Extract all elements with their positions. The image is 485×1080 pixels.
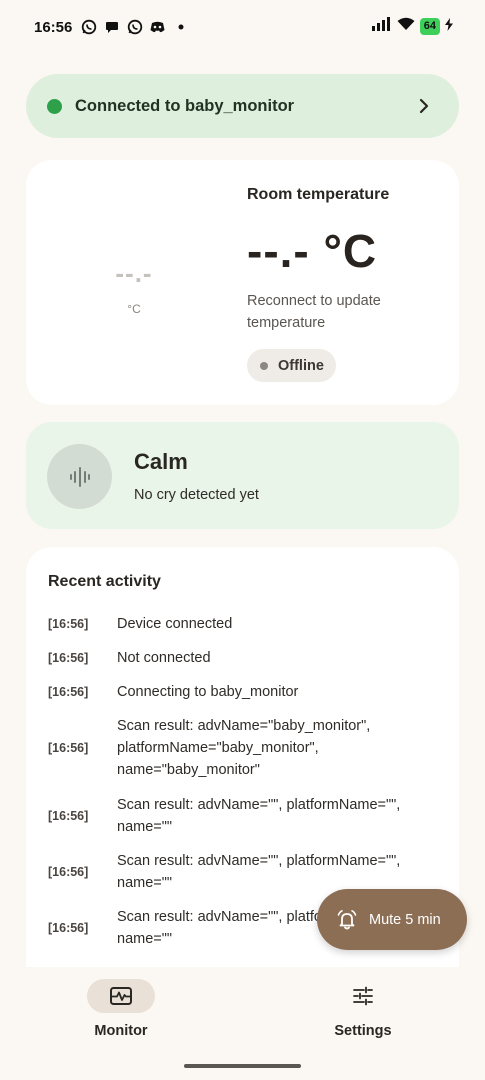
offline-dot: [260, 361, 268, 370]
waveform-icon: [110, 987, 132, 1005]
charging-icon: [445, 17, 453, 36]
connection-banner[interactable]: Connected to baby_monitor: [26, 74, 459, 138]
log-message: Scan result: advName="", platformName=""…: [117, 853, 401, 891]
list-item: [16:56] Connecting to baby_monitor: [48, 681, 443, 703]
list-item: [16:56] Scan result: advName="", platfor…: [48, 850, 443, 894]
log-time: [16:56]: [48, 617, 89, 631]
temperature-gauge-value: --.-: [115, 258, 153, 288]
log-time: [16:56]: [48, 651, 89, 665]
status-badge-label: Offline: [278, 357, 324, 374]
nav-item-settings[interactable]: Settings: [303, 979, 423, 1039]
whatsapp-icon: [126, 18, 143, 35]
alarm-bell-icon: [337, 909, 357, 929]
discord-icon: [149, 18, 166, 35]
cry-status-subtitle: No cry detected yet: [134, 487, 259, 503]
activity-title: Recent activity: [48, 573, 161, 590]
log-time: [16:56]: [48, 809, 89, 823]
log-message: Scan result: advName="baby_monitor", pla…: [117, 718, 371, 778]
nav-label-monitor: Monitor: [94, 1023, 148, 1039]
list-item: [16:56] Scan result: advName="baby_monit…: [48, 715, 443, 781]
battery-level: 64: [419, 18, 440, 35]
signal-icon: [371, 17, 392, 36]
wifi-icon: [397, 17, 415, 36]
list-item: [16:56] Not connected: [48, 647, 443, 669]
sound-wave-icon: [47, 444, 112, 509]
connection-text: Connected to baby_monitor: [75, 96, 295, 115]
list-item: [16:56] Device connected: [48, 613, 443, 635]
log-message: Not connected: [117, 650, 211, 666]
temperature-gauge-unit: °C: [127, 302, 141, 316]
mute-button-label: Mute 5 min: [369, 911, 441, 928]
cry-status-card: Calm No cry detected yet: [26, 422, 459, 529]
chat-icon: [103, 18, 120, 35]
home-indicator[interactable]: [184, 1064, 301, 1068]
log-time: [16:56]: [48, 741, 89, 755]
whatsapp-icon: [80, 18, 97, 35]
log-time: [16:56]: [48, 865, 89, 879]
status-bar: 16:56 64: [0, 0, 485, 56]
temperature-label: Room temperature: [247, 186, 390, 203]
temperature-value: --.- °C: [247, 225, 378, 277]
list-item: [16:56] Scan result: advName="", platfor…: [48, 794, 443, 838]
nav-pill-active: [87, 979, 155, 1013]
log-time: [16:56]: [48, 921, 89, 935]
temperature-hint: Reconnect to update temperature: [247, 293, 381, 331]
app-screen: 16:56 64 Connected to baby_monitor --.- …: [0, 0, 485, 1080]
log-message: Connecting to baby_monitor: [117, 684, 299, 700]
status-badge: Offline: [247, 349, 336, 382]
temperature-card: --.- °C Room temperature --.- °C Reconne…: [26, 160, 459, 405]
dot-icon: [172, 18, 189, 35]
status-time: 16:56: [34, 19, 73, 36]
nav-pill: [329, 979, 397, 1013]
cry-status-title: Calm: [134, 449, 188, 474]
log-message: Device connected: [117, 616, 233, 632]
log-time: [16:56]: [48, 685, 89, 699]
sliders-icon: [353, 986, 373, 1006]
log-message: Scan result: advName="", platformName=""…: [117, 797, 401, 835]
mute-button[interactable]: Mute 5 min: [317, 889, 467, 950]
connection-status-dot: [47, 98, 62, 114]
nav-label-settings: Settings: [334, 1023, 392, 1039]
chevron-right-icon: [419, 98, 429, 114]
notification-icons: [80, 18, 189, 35]
status-right: 64: [371, 17, 453, 36]
nav-item-monitor[interactable]: Monitor: [61, 979, 181, 1039]
